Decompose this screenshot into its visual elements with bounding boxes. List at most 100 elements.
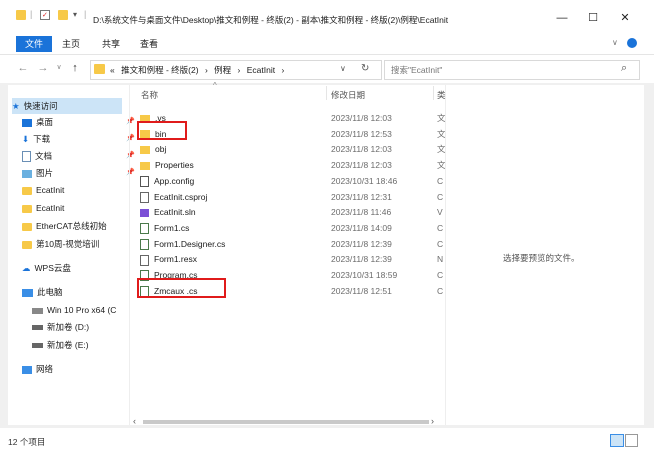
maximize-button[interactable]: ☐ — [580, 9, 606, 27]
preview-divider[interactable] — [445, 85, 446, 425]
close-button[interactable]: ✕ — [612, 9, 638, 27]
breadcrumb-overflow[interactable]: « — [110, 65, 115, 75]
file-name: EcatInit.sln — [154, 207, 196, 218]
scroll-left-icon[interactable]: ‹ — [133, 416, 136, 426]
cloud-icon: ☁ — [22, 263, 31, 273]
csharp-file-icon — [140, 223, 149, 235]
sidebar-item-ecatinit-2[interactable]: EcatInit — [22, 200, 64, 216]
file-type: C — [437, 175, 444, 186]
sidebar-item-label: 桌面 — [36, 117, 54, 127]
new-folder-icon[interactable] — [58, 10, 68, 20]
computer-icon — [22, 288, 33, 297]
breadcrumb-item[interactable]: 推文和例程 - 终版(2) — [121, 65, 198, 75]
config-file-icon — [140, 176, 149, 188]
star-icon: ★ — [12, 101, 20, 111]
file-row[interactable]: Form1.resx 2023/11/8 12:39 N — [140, 252, 443, 267]
file-name: EcatInit.csproj — [154, 191, 208, 202]
tab-view[interactable]: 查看 — [134, 36, 164, 52]
breadcrumb: « 推文和例程 - 终版(2) › 例程 › EcatInit › — [110, 64, 284, 76]
folder-icon — [140, 161, 150, 170]
column-divider[interactable] — [326, 86, 327, 100]
search-input[interactable]: 搜索"EcatInit" ⌕ — [384, 60, 640, 80]
file-row[interactable]: Form1.Designer.cs 2023/11/8 12:39 C — [140, 237, 444, 252]
address-bar[interactable]: « 推文和例程 - 终版(2) › 例程 › EcatInit › ∨ ↻ — [90, 60, 382, 80]
large-icons-view-icon[interactable] — [625, 434, 638, 447]
sidebar-item-downloads[interactable]: ⬇ 下载 📌 — [22, 131, 135, 147]
highlight-box — [137, 278, 226, 298]
ribbon-collapse-icon[interactable]: ∨ — [612, 38, 618, 47]
file-row[interactable]: EcatInit.csproj 2023/11/8 12:31 C — [140, 190, 443, 205]
breadcrumb-separator[interactable]: › — [238, 65, 241, 75]
preview-message: 选择要预览的文件。 — [503, 253, 580, 263]
file-type: C — [437, 238, 444, 249]
sidebar-item-ethercat[interactable]: EtherCAT总线初始 — [22, 218, 134, 234]
sidebar-item-training[interactable]: 第10周-视觉培训 — [22, 236, 134, 252]
desktop-icon — [22, 118, 32, 127]
window-title: D:\系统文件与桌面文件\Desktop\推文和例程 - 终版(2) - 副本\… — [93, 15, 449, 25]
sidebar-item-pictures[interactable]: 图片 📌 — [22, 165, 135, 181]
column-header-name[interactable]: 名称 — [141, 89, 158, 101]
folder-icon — [22, 186, 32, 195]
sidebar-item-network[interactable]: 网络 — [22, 361, 53, 377]
sidebar-item-label: WPS云盘 — [34, 263, 71, 273]
network-icon — [22, 365, 32, 374]
tab-home[interactable]: 主页 — [56, 36, 86, 52]
file-date: 2023/11/8 12:39 — [331, 238, 392, 249]
sidebar-item-label: 网络 — [36, 364, 54, 374]
address-dropdown-icon[interactable]: ∨ — [340, 64, 346, 73]
horizontal-scrollbar[interactable]: ‹ › — [133, 416, 441, 426]
item-count: 12 个项目 — [8, 437, 46, 447]
sidebar-item-label: 此电脑 — [37, 287, 63, 297]
file-icon — [140, 191, 149, 203]
file-date: 2023/11/8 12:03 — [331, 144, 392, 155]
refresh-icon[interactable]: ↻ — [361, 63, 369, 74]
pin-icon: 📌 — [126, 135, 135, 142]
file-name: obj — [155, 144, 167, 155]
help-icon[interactable] — [627, 38, 637, 48]
file-row[interactable]: Form1.cs 2023/11/8 14:09 C — [140, 221, 443, 236]
file-type: C — [437, 270, 444, 280]
column-divider[interactable] — [433, 86, 434, 100]
sidebar-item-drive-e[interactable]: 新加卷 (E:) — [32, 337, 89, 353]
properties-icon[interactable]: ✓ — [40, 10, 50, 20]
sidebar-item-wps-cloud[interactable]: ☁ WPS云盘 — [22, 260, 71, 276]
file-name: Properties — [155, 160, 194, 171]
sidebar-item-documents[interactable]: 文档 📌 — [22, 148, 135, 164]
tab-share[interactable]: 共享 — [96, 36, 126, 52]
file-name: Form1.Designer.cs — [154, 238, 226, 249]
breadcrumb-separator[interactable]: › — [282, 65, 285, 75]
minimize-button[interactable]: — — [549, 9, 575, 27]
quick-access[interactable]: ★ 快速访问 — [12, 98, 122, 114]
file-date: 2023/11/8 12:03 — [331, 113, 392, 123]
back-button[interactable]: ← — [17, 62, 29, 74]
up-button[interactable]: ↑ — [69, 62, 81, 74]
breadcrumb-item[interactable]: 例程 — [214, 65, 231, 75]
sidebar-item-this-pc[interactable]: 此电脑 — [22, 284, 63, 300]
scrollbar-thumb[interactable] — [143, 420, 429, 424]
search-placeholder: 搜索"EcatInit" — [391, 65, 443, 75]
scroll-right-icon[interactable]: › — [431, 416, 434, 426]
sidebar-item-drive-c[interactable]: Win 10 Pro x64 (C — [32, 302, 130, 318]
sidebar-item-drive-d[interactable]: 新加卷 (D:) — [32, 319, 89, 335]
details-view-icon[interactable] — [610, 434, 624, 447]
sidebar-item-ecatinit-1[interactable]: EcatInit — [22, 182, 64, 198]
file-row[interactable]: EcatInit.sln 2023/11/8 11:46 V — [140, 205, 443, 220]
file-row[interactable]: Properties 2023/11/8 12:03 文 — [140, 158, 446, 173]
picture-icon — [22, 169, 32, 178]
file-row[interactable]: App.config 2023/10/31 18:46 C — [140, 174, 444, 189]
qat-dropdown-icon[interactable]: ▾ — [73, 10, 77, 19]
breadcrumb-item[interactable]: EcatInit — [247, 65, 275, 75]
sidebar-item-label: 第10周-视觉培训 — [36, 239, 100, 249]
tab-file[interactable]: 文件 — [16, 36, 52, 52]
sidebar-item-desktop[interactable]: 桌面 📌 — [22, 114, 135, 130]
pane-divider[interactable] — [129, 85, 130, 425]
recent-locations-button[interactable]: ∨ — [53, 62, 65, 74]
column-header-date[interactable]: 修改日期 — [331, 89, 365, 101]
forward-button[interactable]: → — [37, 62, 49, 74]
breadcrumb-separator[interactable]: › — [205, 65, 208, 75]
title-bar: | ✓ ▾ | D:\系统文件与桌面文件\Desktop\推文和例程 - 终版(… — [0, 0, 654, 32]
file-date: 2023/11/8 12:39 — [331, 254, 392, 265]
file-row[interactable]: obj 2023/11/8 12:03 文 — [140, 142, 446, 157]
sidebar-item-label: 新加卷 (E:) — [47, 340, 89, 350]
solution-file-icon — [140, 208, 149, 217]
